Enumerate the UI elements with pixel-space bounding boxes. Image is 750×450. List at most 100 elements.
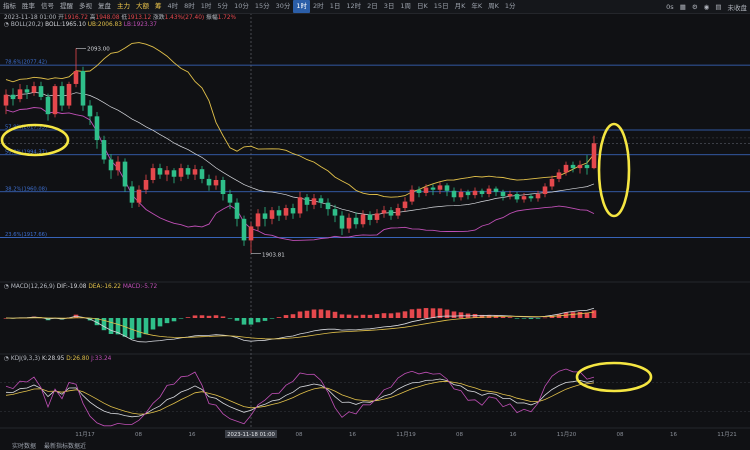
x-axis-label: 16: [349, 432, 356, 438]
period-tab[interactable]: 1周: [397, 0, 414, 13]
candle-body: [556, 172, 562, 179]
candle-body: [563, 164, 569, 173]
big-order-tab[interactable]: 大额: [133, 0, 152, 13]
period-tab[interactable]: 15日: [431, 0, 452, 13]
macd-bar: [171, 318, 177, 322]
period-tab[interactable]: 10分: [231, 0, 252, 13]
candle-body: [402, 201, 408, 209]
layout-icon[interactable]: ▤: [712, 3, 724, 11]
candle-body: [423, 187, 429, 193]
footer-indicator[interactable]: 最新指标数据近: [44, 441, 86, 450]
period-tab[interactable]: 日K: [414, 0, 431, 13]
low-value: 1913.12: [127, 15, 152, 21]
candle-body: [318, 198, 324, 203]
low-marker: 1903.81: [262, 252, 285, 258]
footer-realtime[interactable]: 实时数据: [12, 441, 36, 450]
period-tab[interactable]: 1时: [293, 0, 311, 13]
period-tab[interactable]: 1日: [327, 0, 344, 13]
sentiment-tab[interactable]: 筹: [152, 0, 165, 13]
period-tab[interactable]: 5分: [214, 0, 231, 13]
period-tab[interactable]: 12时: [343, 0, 364, 13]
macd-bar: [346, 314, 352, 318]
macd-value: MACD:-5.72: [122, 284, 158, 290]
candle-body: [115, 161, 121, 171]
main-force-tab[interactable]: 主力: [114, 0, 133, 13]
fib-label: 23.6%(1917.66): [5, 232, 47, 238]
candle-body: [549, 178, 555, 187]
candle-body: [542, 186, 548, 195]
x-axis-label: 11月17: [75, 431, 95, 438]
period-tab[interactable]: 2日: [364, 0, 381, 13]
candle-body: [332, 209, 338, 216]
macd-bar: [290, 314, 296, 318]
info-date: 2023-11-18 01:00: [4, 15, 57, 21]
replay-tab[interactable]: 复盘: [95, 0, 114, 13]
macd-bar: [276, 317, 282, 318]
eye-icon[interactable]: ◔: [4, 356, 9, 362]
fib-label: 78.6%(2077.42): [5, 60, 47, 66]
candle-body: [444, 185, 450, 191]
x-axis-label: 16: [189, 432, 196, 438]
macd-bar: [381, 313, 387, 318]
macd-bar: [136, 318, 142, 338]
period-tab[interactable]: 3日: [381, 0, 398, 13]
x-axis-label: 16: [510, 432, 517, 438]
candle-body: [136, 189, 142, 203]
candle-body: [199, 169, 205, 179]
chart-canvas[interactable]: 78.6%(2077.42)57.9%(2017.33)50.0%(1994.3…: [0, 0, 750, 450]
macd-bar: [367, 314, 373, 318]
period-tab[interactable]: 15分: [252, 0, 273, 13]
candle-body: [479, 190, 485, 195]
macd-bar: [192, 315, 198, 318]
candle-body: [157, 168, 163, 175]
macd-bar: [528, 318, 534, 319]
candle-body: [346, 217, 352, 229]
macd-bar: [206, 315, 212, 318]
boll-legend: ◔ BOLL(20,2) BOLL:1965.10 UB:2006.83 LB:…: [4, 22, 157, 29]
candle-body: [143, 179, 149, 190]
strategy-tab[interactable]: 信号: [38, 0, 57, 13]
period-tab[interactable]: 周K: [485, 0, 502, 13]
high-value: 1948.08: [95, 15, 120, 21]
period-tab[interactable]: 1分: [502, 0, 519, 13]
macd-bar: [416, 308, 422, 318]
camera-icon[interactable]: ◉: [701, 3, 713, 11]
settings-icon[interactable]: ⚙: [689, 3, 701, 11]
candle-body: [360, 214, 366, 225]
macd-bar: [430, 308, 436, 318]
macd-bar: [542, 317, 548, 319]
eye-icon[interactable]: ◔: [4, 22, 9, 28]
period-tab[interactable]: 4时: [165, 0, 182, 13]
candle-body: [353, 217, 359, 225]
candle-body: [38, 86, 44, 97]
eye-icon[interactable]: ◔: [4, 284, 9, 290]
macd-bar: [234, 318, 240, 321]
grid-icon[interactable]: ▦: [677, 3, 689, 11]
period-tab[interactable]: 2时: [310, 0, 327, 13]
period-tab[interactable]: 月K: [452, 0, 469, 13]
x-axis-label: 16: [670, 432, 677, 438]
boll-lb: LB:1923.37: [123, 22, 157, 28]
candle-body: [493, 188, 499, 192]
candle-body: [283, 208, 289, 216]
period-tab[interactable]: 年K: [468, 0, 485, 13]
multi-tab[interactable]: 多视: [76, 0, 95, 13]
kdj-legend: ◔ KDJ(9,3,3) K:28.95 D:26.80 J:33.24: [4, 356, 111, 363]
high-marker: 2093.00: [87, 46, 110, 52]
candle-body: [59, 86, 65, 106]
macd-bar: [402, 311, 408, 318]
macd-bar: [409, 309, 415, 318]
candle-body: [171, 170, 177, 177]
candle-body: [241, 218, 247, 241]
kdj-title: KDJ(9,3,3): [10, 356, 41, 362]
period-tab[interactable]: 30分: [273, 0, 294, 13]
macd-bar: [458, 312, 464, 318]
candle-body: [451, 190, 457, 198]
period-tab[interactable]: 8时: [181, 0, 198, 13]
candle-body: [3, 94, 9, 106]
alert-tab[interactable]: 提醒: [57, 0, 76, 13]
macd-bar: [269, 318, 275, 319]
period-tab[interactable]: 1时: [198, 0, 215, 13]
winrate-tab[interactable]: 胜率: [19, 0, 38, 13]
indicator-tab[interactable]: 指标: [0, 0, 19, 13]
